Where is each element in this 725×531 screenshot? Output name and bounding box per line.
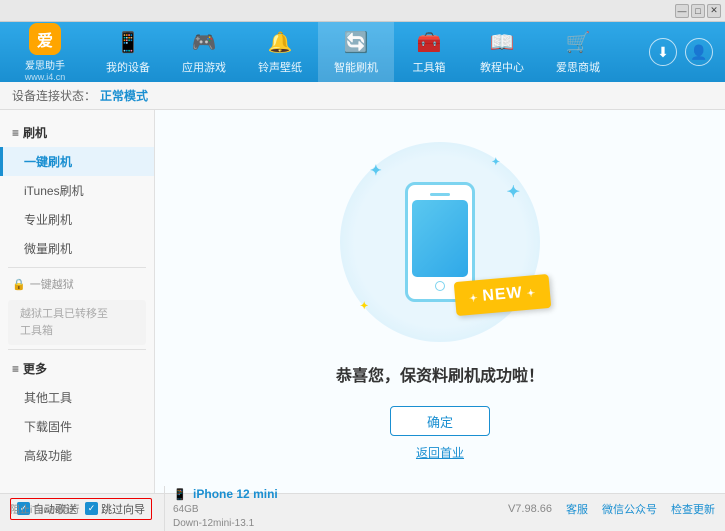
lock-icon: 🔒 (12, 278, 26, 291)
phone-icon: 📱 (173, 489, 187, 501)
sidebar-item-micro[interactable]: 微量刷机 (0, 234, 154, 263)
user-btn[interactable]: 👤 (685, 38, 713, 66)
flash-section-label: 刷机 (23, 124, 47, 141)
ringtone-icon: 🔔 (268, 30, 293, 55)
nav-item-appgame[interactable]: 🎮 应用游戏 (166, 22, 242, 82)
device-name: 📱 iPhone 12 mini (173, 486, 278, 503)
mydevice-label: 我的设备 (106, 59, 150, 75)
nav-item-smartflash[interactable]: 🔄 智能刷机 (318, 22, 394, 82)
status-value: 正常模式 (100, 87, 148, 104)
skip-guide-checkbox[interactable]: ✓ 跳过向导 (85, 501, 145, 517)
maximize-btn[interactable]: □ (691, 4, 705, 18)
sidebar-item-pro[interactable]: 专业刷机 (0, 205, 154, 234)
minimize-btn[interactable]: — (675, 4, 689, 18)
wechat-link[interactable]: 微信公众号 (602, 501, 657, 517)
sidebar-item-download[interactable]: 下载固件 (0, 412, 154, 441)
sidebar-section-more: ≡ 更多 (0, 354, 154, 383)
bottom-bar: ✓ 自动歌送 ✓ 跳过向导 📱 iPhone 12 mini 64GB Down… (0, 493, 725, 523)
sidebar: ≡ 刷机 一键刷机 iTunes刷机 专业刷机 微量刷机 🔒 一键越狱 越狱工具… (0, 110, 155, 493)
prevent-itunes-label: 阻止iTunes运行 (10, 501, 80, 516)
smartflash-icon: 🔄 (344, 30, 369, 55)
nav-item-tutorial[interactable]: 📖 教程中心 (464, 22, 540, 82)
shop-label: 爱思商城 (556, 59, 600, 75)
device-info: 📱 iPhone 12 mini 64GB Down-12mini-13.1 (164, 486, 278, 531)
sidebar-item-advanced[interactable]: 高级功能 (0, 441, 154, 470)
sidebar-section-jailbreak: 🔒 一键越狱 (0, 272, 154, 296)
nav-logo: 爱 爱思助手 www.i4.cn (0, 22, 90, 82)
toolbox-icon: 🧰 (417, 30, 442, 55)
main-layout: ≡ 刷机 一键刷机 iTunes刷机 专业刷机 微量刷机 🔒 一键越狱 越狱工具… (0, 110, 725, 493)
smartflash-label: 智能刷机 (334, 59, 378, 75)
nav-item-shop[interactable]: 🛒 爱思商城 (540, 22, 616, 82)
sidebar-jailbreak-info: 越狱工具已转移至工具箱 (8, 300, 146, 345)
phone-speaker (430, 193, 450, 196)
nav-item-ringtone[interactable]: 🔔 铃声壁纸 (242, 22, 318, 82)
appgame-icon: 🎮 (192, 30, 217, 55)
sidebar-item-onekey[interactable]: 一键刷机 (0, 147, 154, 176)
sidebar-item-othertools[interactable]: 其他工具 (0, 383, 154, 412)
nav-right: ⬇ 👤 (649, 22, 725, 82)
customer-service-link[interactable]: 客服 (566, 501, 588, 517)
toolbox-label: 工具箱 (413, 59, 446, 75)
nav-bar: 爱 爱思助手 www.i4.cn 📱 我的设备 🎮 应用游戏 🔔 铃声壁纸 🔄 … (0, 22, 725, 82)
shop-icon: 🛒 (566, 30, 591, 55)
tutorial-label: 教程中心 (480, 59, 524, 75)
device-storage: 64GB (173, 503, 278, 517)
back-home-link[interactable]: 返回首业 (416, 444, 464, 461)
skip-guide-checkbox-box: ✓ (85, 502, 98, 515)
logo-url: www.i4.cn (25, 72, 66, 82)
phone-screen (412, 200, 468, 277)
circle-background: ✦ ✦ ✦ ✦ NEW (340, 142, 540, 342)
download-btn[interactable]: ⬇ (649, 38, 677, 66)
sidebar-section-flash: ≡ 刷机 (0, 118, 154, 147)
status-bar: 设备连接状态： 正常模式 (0, 82, 725, 110)
sidebar-divider-1 (8, 267, 146, 268)
ringtone-label: 铃声壁纸 (258, 59, 302, 75)
title-bar: — □ ✕ (0, 0, 725, 22)
tutorial-icon: 📖 (490, 30, 515, 55)
sparkle-2: ✦ (492, 157, 500, 168)
bottom-right: V7.98.66 客服 微信公众号 检查更新 (508, 501, 715, 517)
device-system: Down-12mini-13.1 (173, 517, 278, 531)
check-update-link[interactable]: 检查更新 (671, 501, 715, 517)
version-text: V7.98.66 (508, 503, 552, 515)
mydevice-icon: 📱 (116, 30, 141, 55)
appgame-label: 应用游戏 (182, 59, 226, 75)
flash-section-icon: ≡ (12, 126, 19, 140)
logo-name: 爱思助手 (25, 57, 65, 72)
new-ribbon: NEW (454, 274, 552, 316)
logo-icon: 爱 (29, 23, 61, 55)
sidebar-divider-2 (8, 349, 146, 350)
sidebar-item-itunes[interactable]: iTunes刷机 (0, 176, 154, 205)
nav-items: 📱 我的设备 🎮 应用游戏 🔔 铃声壁纸 🔄 智能刷机 🧰 工具箱 📖 教程中心… (90, 22, 649, 82)
prevent-itunes: 阻止iTunes运行 (10, 493, 80, 523)
sparkle-1: ✦ (370, 162, 382, 179)
more-section-icon: ≡ (12, 362, 19, 376)
nav-item-mydevice[interactable]: 📱 我的设备 (90, 22, 166, 82)
sparkle-4: ✦ (507, 182, 520, 202)
success-illustration: ✦ ✦ ✦ ✦ NEW (340, 142, 540, 342)
success-text: 恭喜您，保资料刷机成功啦！ (336, 362, 544, 386)
phone-home-btn (435, 281, 445, 291)
close-btn[interactable]: ✕ (707, 4, 721, 18)
nav-item-toolbox[interactable]: 🧰 工具箱 (394, 22, 464, 82)
content-area: ✦ ✦ ✦ ✦ NEW 恭喜您，保资料刷机成功啦！ 确定 返回首业 (155, 110, 725, 493)
confirm-button[interactable]: 确定 (390, 406, 490, 436)
status-label: 设备连接状态： (12, 87, 96, 104)
sparkle-3: ✦ (360, 301, 368, 312)
